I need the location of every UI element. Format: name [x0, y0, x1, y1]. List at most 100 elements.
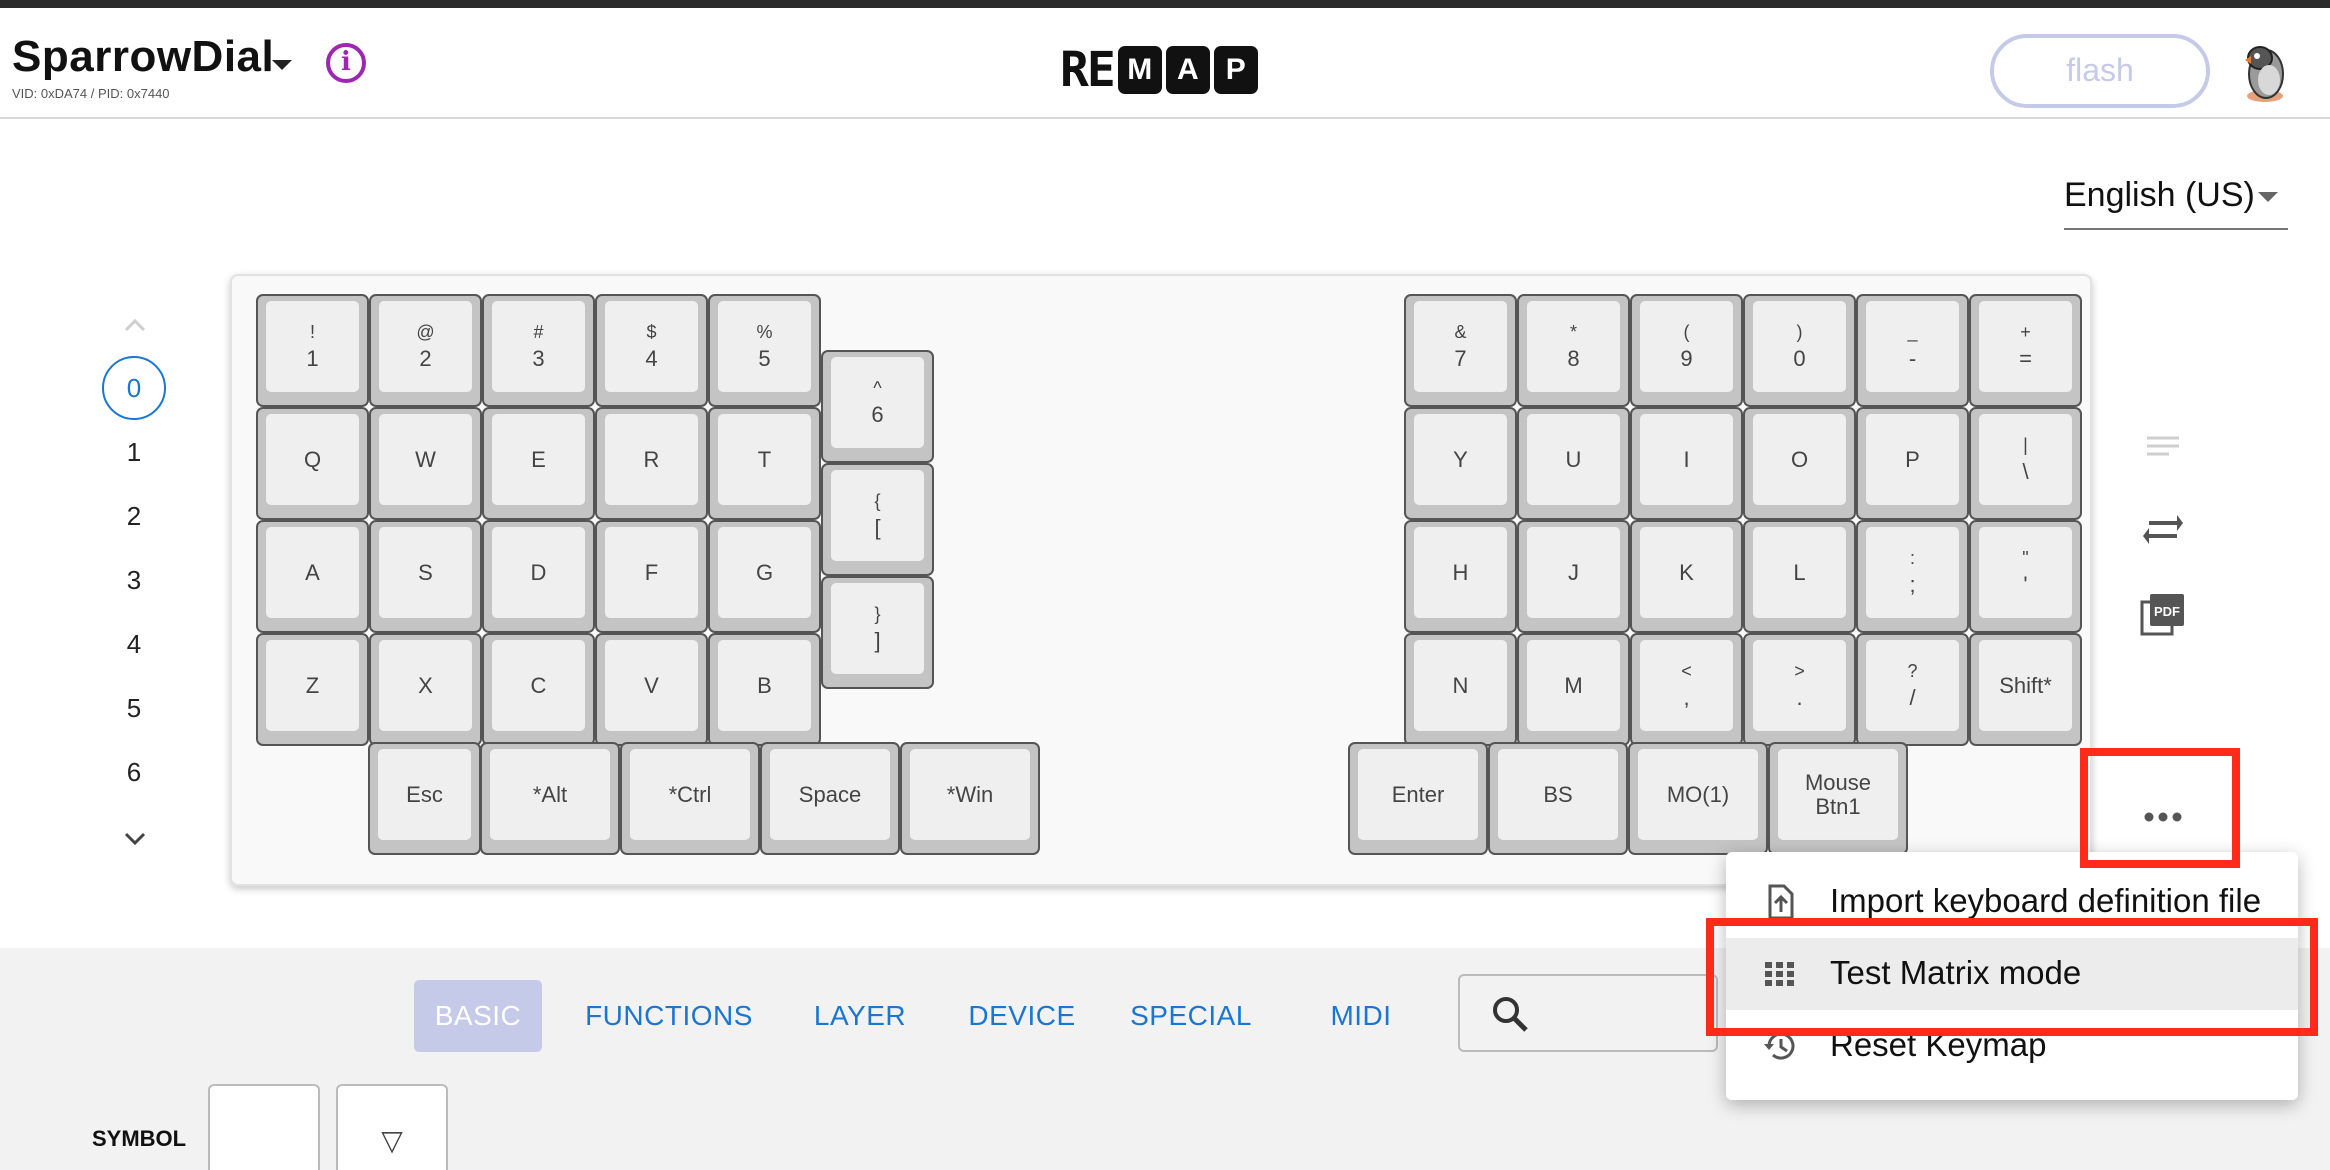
keycap: B: [718, 640, 811, 731]
keyboard-key[interactable]: V: [595, 633, 708, 746]
tab-basic[interactable]: BASIC: [414, 980, 542, 1052]
keyboard-key[interactable]: T: [708, 407, 821, 520]
tab-layer[interactable]: LAYER: [806, 980, 914, 1052]
keyboard-key[interactable]: H: [1404, 520, 1517, 633]
layer-5[interactable]: 5: [102, 676, 166, 740]
sparrow-avatar-icon[interactable]: [2236, 34, 2294, 106]
keyboard-key[interactable]: ? /: [1856, 633, 1969, 746]
keyboard-key[interactable]: Mouse Btn1: [1768, 742, 1908, 855]
keyboard-key[interactable]: :;: [1856, 520, 1969, 633]
keyboard-key[interactable]: & 7: [1404, 294, 1517, 407]
keyboard-key[interactable]: | \: [1969, 407, 2082, 520]
keyboard-key[interactable]: " ': [1969, 520, 2082, 633]
keyboard-key[interactable]: * 8: [1517, 294, 1630, 407]
tab-midi[interactable]: MIDI: [1316, 980, 1406, 1052]
keyboard-key[interactable]: *Ctrl: [620, 742, 760, 855]
layer-3[interactable]: 3: [102, 548, 166, 612]
key-legend: G: [755, 559, 774, 585]
keyboard-key[interactable]: + =: [1969, 294, 2082, 407]
pdf-icon[interactable]: PDF: [2140, 592, 2186, 636]
keyboard-key[interactable]: C: [482, 633, 595, 746]
keyboard-key[interactable]: U: [1517, 407, 1630, 520]
keyboard-key[interactable]: Shift*: [1969, 633, 2082, 746]
tab-functions[interactable]: FUNCTIONS: [584, 980, 754, 1052]
keyboard-key[interactable]: % 5: [708, 294, 821, 407]
keyboard-key[interactable]: *Alt: [480, 742, 620, 855]
notes-icon[interactable]: [2143, 432, 2183, 462]
keyboard-key[interactable]: @2: [369, 294, 482, 407]
keyboard-key[interactable]: J: [1517, 520, 1630, 633]
keycap: C: [492, 640, 585, 731]
keycap: K: [1640, 527, 1733, 618]
keyboard-key[interactable]: W: [369, 407, 482, 520]
key-shift-legend: (: [1683, 321, 1690, 342]
keyboard-key[interactable]: (9: [1630, 294, 1743, 407]
keyboard-key[interactable]: P: [1856, 407, 1969, 520]
language-select[interactable]: English (US): [2064, 168, 2288, 230]
layer-6[interactable]: 6: [102, 740, 166, 804]
symbol-key[interactable]: ▽: [336, 1084, 448, 1170]
key-legend: K: [1679, 559, 1694, 585]
keyboard-key[interactable]: $4: [595, 294, 708, 407]
keyboard-key[interactable]: M: [1517, 633, 1630, 746]
keyboard-key[interactable]: Enter: [1348, 742, 1488, 855]
key-legend: F: [644, 559, 659, 585]
keyboard-key[interactable]: I: [1630, 407, 1743, 520]
keycap: | \: [1979, 414, 2072, 505]
keyboard-key[interactable]: _ -: [1856, 294, 1969, 407]
keyboard-key[interactable]: ) 0: [1743, 294, 1856, 407]
layer-4[interactable]: 4: [102, 612, 166, 676]
tab-special[interactable]: SPECIAL: [1126, 980, 1256, 1052]
keycap: *Ctrl: [630, 749, 750, 840]
keyboard-key[interactable]: F: [595, 520, 708, 633]
key-legend: Z: [305, 672, 320, 698]
keyboard-key[interactable]: G: [708, 520, 821, 633]
symbol-key[interactable]: [208, 1084, 320, 1170]
keyboard-key[interactable]: >.: [1743, 633, 1856, 746]
keyboard-key[interactable]: O: [1743, 407, 1856, 520]
flash-button[interactable]: flash: [1990, 34, 2210, 108]
keyboard-key[interactable]: MO(1): [1628, 742, 1768, 855]
keyboard-key[interactable]: Q: [256, 407, 369, 520]
keyboard-key[interactable]: K: [1630, 520, 1743, 633]
keyboard-key[interactable]: Z: [256, 633, 369, 746]
keyboard-key[interactable]: <,: [1630, 633, 1743, 746]
layer-1[interactable]: 1: [102, 420, 166, 484]
keyboard-name[interactable]: SparrowDial: [12, 32, 274, 82]
swap-icon[interactable]: [2143, 512, 2183, 546]
key-legend: *Win: [946, 781, 994, 807]
key-legend: H: [1452, 559, 1469, 585]
key-legend: ,: [1683, 684, 1690, 710]
key-legend: Mouse Btn1: [1804, 769, 1872, 819]
keyboard-key[interactable]: R: [595, 407, 708, 520]
layer-down-chevron-icon[interactable]: [122, 826, 148, 852]
keycap: Q: [266, 414, 359, 505]
layer-up-chevron-icon[interactable]: [122, 312, 148, 338]
keyboard-menu-caret-icon[interactable]: [272, 60, 292, 70]
keyboard-key[interactable]: B: [708, 633, 821, 746]
tab-device[interactable]: DEVICE: [962, 980, 1082, 1052]
keyboard-key[interactable]: BS: [1488, 742, 1628, 855]
keyboard-key[interactable]: A: [256, 520, 369, 633]
keyboard-key[interactable]: L: [1743, 520, 1856, 633]
keyboard-key[interactable]: Y: [1404, 407, 1517, 520]
keyboard-key[interactable]: ^ 6: [821, 350, 934, 463]
key-search-input[interactable]: [1458, 974, 1718, 1052]
keyboard-key[interactable]: Esc: [368, 742, 481, 855]
keyboard-key[interactable]: {[: [821, 463, 934, 576]
keyboard-key[interactable]: E: [482, 407, 595, 520]
keyboard-key[interactable]: #3: [482, 294, 595, 407]
keyboard-key[interactable]: ! 1: [256, 294, 369, 407]
layer-0[interactable]: 0: [102, 356, 166, 420]
keyboard-key[interactable]: S: [369, 520, 482, 633]
keyboard-key[interactable]: D: [482, 520, 595, 633]
keyboard-key[interactable]: *Win: [900, 742, 1040, 855]
layer-2[interactable]: 2: [102, 484, 166, 548]
keyboard-key[interactable]: }]: [821, 576, 934, 689]
keycap: F: [605, 527, 698, 618]
keyboard-key[interactable]: X: [369, 633, 482, 746]
info-icon[interactable]: i: [326, 43, 366, 83]
keyboard-key[interactable]: Space: [760, 742, 900, 855]
key-legend: X: [418, 672, 433, 698]
keyboard-key[interactable]: N: [1404, 633, 1517, 746]
